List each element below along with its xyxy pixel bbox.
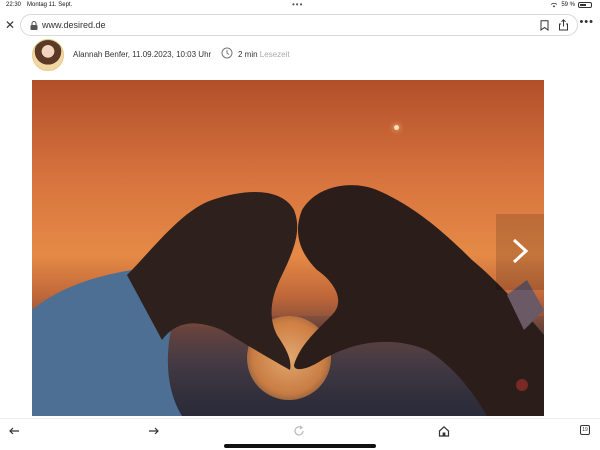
tabs-count-icon[interactable]: 19 — [580, 425, 590, 435]
clock-icon — [221, 47, 233, 59]
multitasking-dots[interactable]: ••• — [292, 0, 303, 9]
status-time: 22:30 — [6, 2, 22, 8]
lock-icon — [30, 21, 38, 30]
address-bar[interactable]: www.desired.de — [20, 14, 578, 36]
publish-date: 11.09.2023, 10:03 Uhr — [132, 50, 212, 59]
back-arrow-icon[interactable] — [8, 425, 20, 437]
battery-percent: 59 % — [561, 2, 575, 8]
wifi-icon — [551, 2, 558, 8]
url-text[interactable]: www.desired.de — [42, 20, 106, 30]
heart-hands-silhouette — [32, 185, 544, 416]
battery-icon — [578, 2, 592, 8]
status-date: Montag 11. Sept. — [27, 2, 73, 8]
read-time: 2 min Lesezeit — [238, 50, 290, 59]
next-slide-button[interactable] — [496, 214, 544, 290]
author-name[interactable]: Alannah Benfer, — [73, 50, 130, 59]
more-icon[interactable]: ••• — [579, 16, 594, 28]
read-time-value: 2 min — [238, 50, 258, 59]
chevron-right-icon — [512, 238, 529, 264]
home-indicator[interactable] — [224, 444, 376, 448]
status-bar: 22:30 Montag 11. Sept. ••• 59 % — [0, 0, 600, 12]
close-icon[interactable]: ✕ — [4, 19, 16, 31]
hero-image[interactable] — [32, 80, 544, 416]
share-icon[interactable] — [558, 19, 569, 31]
status-right: 59 % — [550, 2, 592, 8]
forward-arrow-icon[interactable] — [148, 425, 160, 437]
author-avatar[interactable] — [32, 39, 64, 71]
bookmark-icon[interactable] — [540, 20, 549, 31]
home-icon[interactable] — [438, 425, 450, 437]
reload-icon[interactable] — [293, 425, 305, 437]
read-time-label: Lesezeit — [259, 50, 290, 59]
article-meta: Alannah Benfer, 11.09.2023, 10:03 Uhr 2 … — [0, 36, 600, 72]
author-line: Alannah Benfer, 11.09.2023, 10:03 Uhr — [73, 50, 211, 59]
